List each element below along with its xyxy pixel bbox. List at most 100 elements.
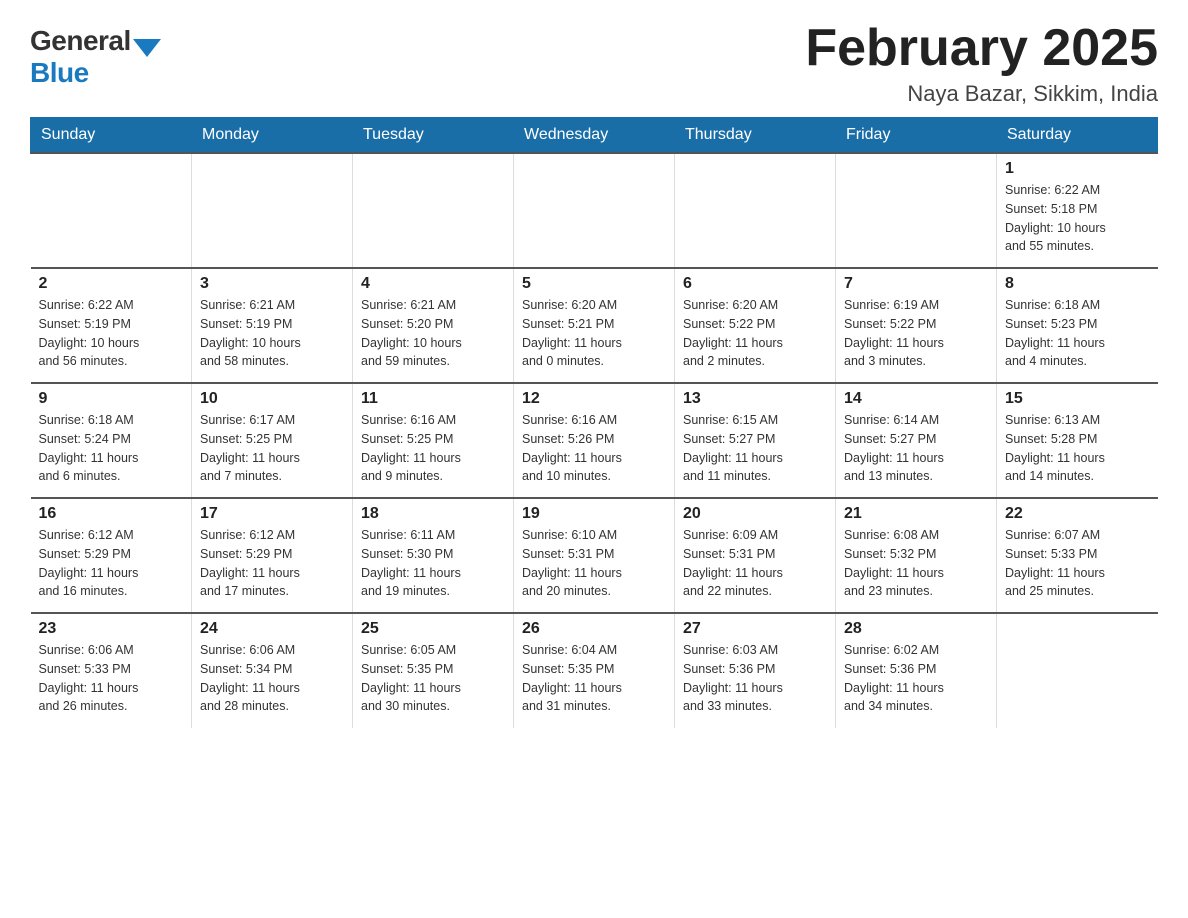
calendar-cell: 14 Sunrise: 6:14 AM Sunset: 5:27 PM Dayli… xyxy=(836,383,997,498)
day-info: Sunrise: 6:20 AM Sunset: 5:22 PM Dayligh… xyxy=(683,296,827,371)
calendar-cell: 18 Sunrise: 6:11 AM Sunset: 5:30 PM Dayli… xyxy=(353,498,514,613)
weekday-header-monday: Monday xyxy=(192,118,353,154)
logo-general-text: General xyxy=(30,25,131,57)
day-info: Sunrise: 6:16 AM Sunset: 5:25 PM Dayligh… xyxy=(361,411,505,486)
calendar-cell: 5 Sunrise: 6:20 AM Sunset: 5:21 PM Daylig… xyxy=(514,268,675,383)
calendar-cell: 1 Sunrise: 6:22 AM Sunset: 5:18 PM Daylig… xyxy=(997,153,1158,268)
day-info: Sunrise: 6:18 AM Sunset: 5:24 PM Dayligh… xyxy=(39,411,184,486)
day-info: Sunrise: 6:11 AM Sunset: 5:30 PM Dayligh… xyxy=(361,526,505,601)
calendar-cell xyxy=(997,613,1158,728)
day-info: Sunrise: 6:08 AM Sunset: 5:32 PM Dayligh… xyxy=(844,526,988,601)
calendar-cell: 20 Sunrise: 6:09 AM Sunset: 5:31 PM Dayli… xyxy=(675,498,836,613)
day-info: Sunrise: 6:22 AM Sunset: 5:18 PM Dayligh… xyxy=(1005,181,1150,256)
calendar-title: February 2025 xyxy=(805,20,1158,77)
calendar-cell: 7 Sunrise: 6:19 AM Sunset: 5:22 PM Daylig… xyxy=(836,268,997,383)
calendar-cell: 19 Sunrise: 6:10 AM Sunset: 5:31 PM Dayli… xyxy=(514,498,675,613)
day-info: Sunrise: 6:12 AM Sunset: 5:29 PM Dayligh… xyxy=(39,526,184,601)
day-info: Sunrise: 6:16 AM Sunset: 5:26 PM Dayligh… xyxy=(522,411,666,486)
weekday-header-saturday: Saturday xyxy=(997,118,1158,154)
day-info: Sunrise: 6:03 AM Sunset: 5:36 PM Dayligh… xyxy=(683,641,827,716)
day-info: Sunrise: 6:22 AM Sunset: 5:19 PM Dayligh… xyxy=(39,296,184,371)
calendar-cell: 17 Sunrise: 6:12 AM Sunset: 5:29 PM Dayli… xyxy=(192,498,353,613)
day-info: Sunrise: 6:20 AM Sunset: 5:21 PM Dayligh… xyxy=(522,296,666,371)
day-number: 20 xyxy=(683,505,827,523)
day-number: 11 xyxy=(361,390,505,408)
day-number: 6 xyxy=(683,275,827,293)
day-info: Sunrise: 6:15 AM Sunset: 5:27 PM Dayligh… xyxy=(683,411,827,486)
day-number: 18 xyxy=(361,505,505,523)
calendar-subtitle: Naya Bazar, Sikkim, India xyxy=(805,81,1158,107)
day-info: Sunrise: 6:10 AM Sunset: 5:31 PM Dayligh… xyxy=(522,526,666,601)
calendar-week-row-1: 1 Sunrise: 6:22 AM Sunset: 5:18 PM Daylig… xyxy=(31,153,1158,268)
day-number: 9 xyxy=(39,390,184,408)
calendar-cell: 15 Sunrise: 6:13 AM Sunset: 5:28 PM Dayli… xyxy=(997,383,1158,498)
calendar-cell: 10 Sunrise: 6:17 AM Sunset: 5:25 PM Dayli… xyxy=(192,383,353,498)
calendar-cell xyxy=(836,153,997,268)
calendar-cell: 26 Sunrise: 6:04 AM Sunset: 5:35 PM Dayli… xyxy=(514,613,675,728)
day-number: 8 xyxy=(1005,275,1150,293)
day-number: 1 xyxy=(1005,160,1150,178)
calendar-cell xyxy=(192,153,353,268)
day-number: 10 xyxy=(200,390,344,408)
weekday-header-row: SundayMondayTuesdayWednesdayThursdayFrid… xyxy=(31,118,1158,154)
day-info: Sunrise: 6:07 AM Sunset: 5:33 PM Dayligh… xyxy=(1005,526,1150,601)
day-number: 25 xyxy=(361,620,505,638)
calendar-cell: 22 Sunrise: 6:07 AM Sunset: 5:33 PM Dayli… xyxy=(997,498,1158,613)
day-number: 5 xyxy=(522,275,666,293)
day-info: Sunrise: 6:05 AM Sunset: 5:35 PM Dayligh… xyxy=(361,641,505,716)
calendar-week-row-3: 9 Sunrise: 6:18 AM Sunset: 5:24 PM Daylig… xyxy=(31,383,1158,498)
calendar-cell: 25 Sunrise: 6:05 AM Sunset: 5:35 PM Dayli… xyxy=(353,613,514,728)
calendar-cell xyxy=(31,153,192,268)
weekday-header-thursday: Thursday xyxy=(675,118,836,154)
calendar-cell xyxy=(514,153,675,268)
day-number: 7 xyxy=(844,275,988,293)
calendar-cell: 23 Sunrise: 6:06 AM Sunset: 5:33 PM Dayli… xyxy=(31,613,192,728)
day-number: 22 xyxy=(1005,505,1150,523)
day-info: Sunrise: 6:19 AM Sunset: 5:22 PM Dayligh… xyxy=(844,296,988,371)
weekday-header-tuesday: Tuesday xyxy=(353,118,514,154)
day-info: Sunrise: 6:18 AM Sunset: 5:23 PM Dayligh… xyxy=(1005,296,1150,371)
calendar-cell xyxy=(353,153,514,268)
day-info: Sunrise: 6:21 AM Sunset: 5:20 PM Dayligh… xyxy=(361,296,505,371)
calendar-cell xyxy=(675,153,836,268)
calendar-cell: 27 Sunrise: 6:03 AM Sunset: 5:36 PM Dayli… xyxy=(675,613,836,728)
day-number: 14 xyxy=(844,390,988,408)
calendar-cell: 16 Sunrise: 6:12 AM Sunset: 5:29 PM Dayli… xyxy=(31,498,192,613)
calendar-table: SundayMondayTuesdayWednesdayThursdayFrid… xyxy=(30,117,1158,728)
day-info: Sunrise: 6:04 AM Sunset: 5:35 PM Dayligh… xyxy=(522,641,666,716)
calendar-cell: 6 Sunrise: 6:20 AM Sunset: 5:22 PM Daylig… xyxy=(675,268,836,383)
day-number: 16 xyxy=(39,505,184,523)
day-info: Sunrise: 6:12 AM Sunset: 5:29 PM Dayligh… xyxy=(200,526,344,601)
day-number: 19 xyxy=(522,505,666,523)
day-number: 17 xyxy=(200,505,344,523)
day-info: Sunrise: 6:09 AM Sunset: 5:31 PM Dayligh… xyxy=(683,526,827,601)
calendar-cell: 9 Sunrise: 6:18 AM Sunset: 5:24 PM Daylig… xyxy=(31,383,192,498)
day-number: 21 xyxy=(844,505,988,523)
day-info: Sunrise: 6:21 AM Sunset: 5:19 PM Dayligh… xyxy=(200,296,344,371)
calendar-cell: 13 Sunrise: 6:15 AM Sunset: 5:27 PM Dayli… xyxy=(675,383,836,498)
calendar-cell: 21 Sunrise: 6:08 AM Sunset: 5:32 PM Dayli… xyxy=(836,498,997,613)
calendar-cell: 11 Sunrise: 6:16 AM Sunset: 5:25 PM Dayli… xyxy=(353,383,514,498)
logo-blue-text: Blue xyxy=(30,57,89,89)
day-number: 24 xyxy=(200,620,344,638)
day-info: Sunrise: 6:02 AM Sunset: 5:36 PM Dayligh… xyxy=(844,641,988,716)
calendar-week-row-5: 23 Sunrise: 6:06 AM Sunset: 5:33 PM Dayli… xyxy=(31,613,1158,728)
page-header: General Blue February 2025 Naya Bazar, S… xyxy=(30,20,1158,107)
logo: General Blue xyxy=(30,25,161,89)
day-info: Sunrise: 6:14 AM Sunset: 5:27 PM Dayligh… xyxy=(844,411,988,486)
day-info: Sunrise: 6:17 AM Sunset: 5:25 PM Dayligh… xyxy=(200,411,344,486)
calendar-week-row-2: 2Sunrise: 6:22 AM Sunset: 5:19 PM Daylig… xyxy=(31,268,1158,383)
calendar-cell: 2Sunrise: 6:22 AM Sunset: 5:19 PM Daylig… xyxy=(31,268,192,383)
day-info: Sunrise: 6:13 AM Sunset: 5:28 PM Dayligh… xyxy=(1005,411,1150,486)
calendar-cell: 28 Sunrise: 6:02 AM Sunset: 5:36 PM Dayli… xyxy=(836,613,997,728)
day-number: 13 xyxy=(683,390,827,408)
day-number: 28 xyxy=(844,620,988,638)
day-number: 23 xyxy=(39,620,184,638)
day-number: 27 xyxy=(683,620,827,638)
day-info: Sunrise: 6:06 AM Sunset: 5:33 PM Dayligh… xyxy=(39,641,184,716)
day-number: 26 xyxy=(522,620,666,638)
title-section: February 2025 Naya Bazar, Sikkim, India xyxy=(805,20,1158,107)
weekday-header-wednesday: Wednesday xyxy=(514,118,675,154)
day-number: 15 xyxy=(1005,390,1150,408)
logo-triangle-icon xyxy=(133,39,161,57)
